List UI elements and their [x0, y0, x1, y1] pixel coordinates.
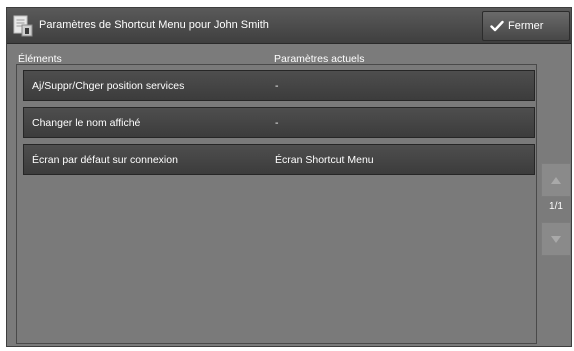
- close-button-label: Fermer: [508, 20, 544, 32]
- document-settings-icon: [13, 15, 33, 37]
- list-item-value: Écran Shortcut Menu: [275, 154, 374, 166]
- checkmark-icon: [490, 20, 504, 32]
- close-button[interactable]: Fermer: [482, 11, 570, 41]
- page-indicator: 1/1: [549, 201, 563, 212]
- list-item-label: Changer le nom affiché: [32, 117, 141, 129]
- triangle-down-icon: [551, 235, 561, 243]
- scroll-up-button[interactable]: [541, 163, 571, 197]
- window-title: Paramètres de Shortcut Menu pour John Sm…: [39, 19, 269, 31]
- list-item-value: -: [275, 80, 279, 92]
- list-item-default-screen[interactable]: Écran par défaut sur connexion Écran Sho…: [23, 144, 535, 175]
- triangle-up-icon: [551, 176, 561, 184]
- header-bar: Paramètres de Shortcut Menu pour John Sm…: [7, 8, 571, 44]
- list-item-services-position[interactable]: Aj/Suppr/Chger position services -: [23, 70, 535, 101]
- scroll-down-button[interactable]: [541, 222, 571, 256]
- settings-list: Aj/Suppr/Chger position services - Chang…: [16, 64, 537, 344]
- list-item-label: Aj/Suppr/Chger position services: [32, 80, 185, 92]
- list-item-value: -: [275, 117, 279, 129]
- list-item-label: Écran par défaut sur connexion: [32, 154, 178, 166]
- list-item-display-name[interactable]: Changer le nom affiché -: [23, 107, 535, 138]
- dialog-window: Paramètres de Shortcut Menu pour John Sm…: [6, 7, 572, 347]
